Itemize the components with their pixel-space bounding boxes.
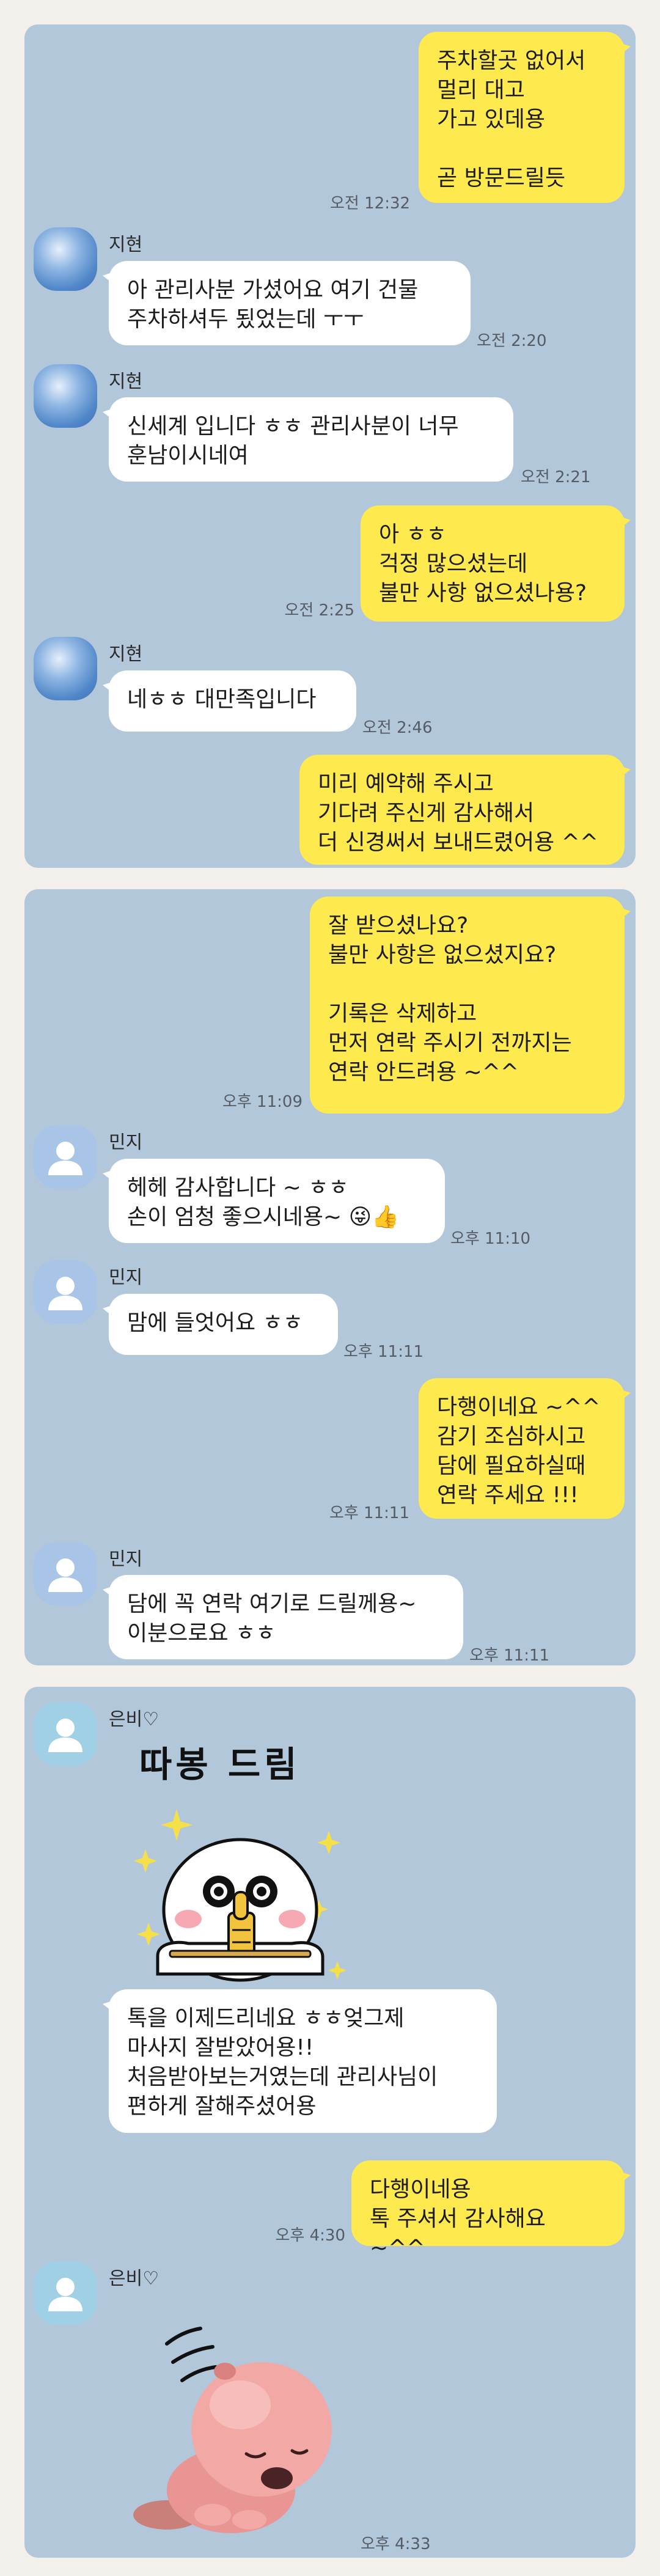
message-bubble-outgoing[interactable]: 아 ㅎㅎ 걱정 많으셨는데 불만 사항 없으셨나용?: [361, 505, 631, 622]
message-time: 오후 11:09: [222, 1093, 302, 1111]
message-bubble-incoming[interactable]: 아 관리사분 가셨어요 여기 건물 주차하셔두 됬었는데 ㅜㅜ: [103, 261, 471, 345]
message-bubble-incoming[interactable]: 톡을 이제드리네요 ㅎㅎ엊그제 마사지 잘받았어용!! 처음받아보는거였는데 관…: [103, 1989, 497, 2133]
default-profile-icon: [48, 1142, 82, 1175]
default-profile-icon: [48, 1277, 82, 1310]
message-time: 오후 11:11: [329, 1504, 409, 1522]
character-icon: [134, 1809, 346, 1982]
sender-name: 지현: [109, 371, 143, 392]
message-time: 오후 11:11: [343, 1343, 424, 1361]
sender-name: 민지: [109, 1549, 143, 1570]
chat-panel-1: 주차할곳 없어서 멀리 대고 가고 있데용 곧 방문드릴듯 오전 12:32 지…: [24, 24, 636, 868]
default-profile-icon: [48, 2278, 82, 2311]
message-bubble-incoming[interactable]: 신세계 입니다 ㅎㅎ 관리사분이 너무 훈남이시네여: [103, 397, 513, 482]
thumbs-up-character-sticker[interactable]: 따봉 드림: [109, 1736, 378, 2005]
beaver-icon: [133, 2327, 332, 2533]
message-bubble-outgoing[interactable]: 잘 받으셨나요? 불만 사항은 없으셨지요? 기록은 삭제하고 먼저 연락 주시…: [310, 897, 631, 1114]
sender-name: 지현: [109, 644, 143, 665]
avatar-minji[interactable]: [34, 1125, 97, 1189]
avatar-jihyun[interactable]: [34, 637, 97, 700]
message-time: 오전 2:20: [477, 332, 547, 350]
sender-name: 민지: [109, 1267, 143, 1288]
message-time: 오후 4:33: [361, 2535, 431, 2553]
sender-name: 민지: [109, 1132, 143, 1153]
sender-name: 은비♡: [109, 1709, 160, 1730]
message-time: 오후 11:10: [450, 1230, 531, 1248]
sender-name: 지현: [109, 234, 143, 255]
default-profile-icon: [48, 1719, 82, 1752]
message-time: 오전 12:32: [330, 194, 411, 213]
message-bubble-outgoing[interactable]: 다행이네용 톡 주셔서 감사해요 ~^^: [351, 2160, 631, 2261]
message-bubble-outgoing[interactable]: 주차할곳 없어서 멀리 대고 가고 있데용 곧 방문드릴듯: [419, 32, 631, 203]
pink-beaver-bowing-sticker[interactable]: [109, 2295, 378, 2539]
message-bubble-incoming[interactable]: 맘에 들엇어요 ㅎㅎ: [103, 1294, 338, 1355]
message-time: 오전 2:21: [521, 468, 591, 486]
avatar-eunbi[interactable]: [34, 1702, 97, 1766]
message-bubble-outgoing[interactable]: 다행이네요 ~^^ 감기 조심하시고 담에 필요하실때 연락 주세요 !!!: [419, 1378, 631, 1519]
message-time: 오후 11:11: [469, 1646, 550, 1665]
avatar-jihyun[interactable]: [34, 227, 97, 291]
chat-panel-2: 잘 받으셨나요? 불만 사항은 없으셨지요? 기록은 삭제하고 먼저 연락 주시…: [24, 889, 636, 1665]
sender-name: 은비♡: [109, 2268, 160, 2289]
avatar-minji[interactable]: [34, 1260, 97, 1324]
message-bubble-incoming[interactable]: 헤헤 감사합니다 ~ ㅎㅎ 손이 엄청 좋으시네용~ 😜👍: [103, 1159, 445, 1243]
avatar-eunbi[interactable]: [34, 2261, 97, 2325]
message-time: 오전 2:46: [362, 719, 433, 737]
message-time: 오전 2:25: [284, 601, 355, 620]
avatar-jihyun[interactable]: [34, 364, 97, 428]
message-time: 오후 4:30: [275, 2226, 346, 2245]
avatar-minji[interactable]: [34, 1542, 97, 1605]
default-profile-icon: [48, 1558, 82, 1592]
message-bubble-outgoing[interactable]: 미리 예약해 주시고 기다려 주신게 감사해서 더 신경써서 보내드렸어용 ^^: [299, 755, 631, 865]
message-bubble-incoming[interactable]: 담에 꼭 연락 여기로 드릴께용~ 이분으로요 ㅎㅎ: [103, 1575, 463, 1659]
message-bubble-incoming[interactable]: 네ㅎㅎ 대만족입니다: [103, 670, 356, 732]
chat-panel-3: 은비♡ 따봉 드림 톡을 이제드리네요 ㅎㅎ엊그제 마사지 잘받았어용!! 처음…: [24, 1687, 636, 2558]
